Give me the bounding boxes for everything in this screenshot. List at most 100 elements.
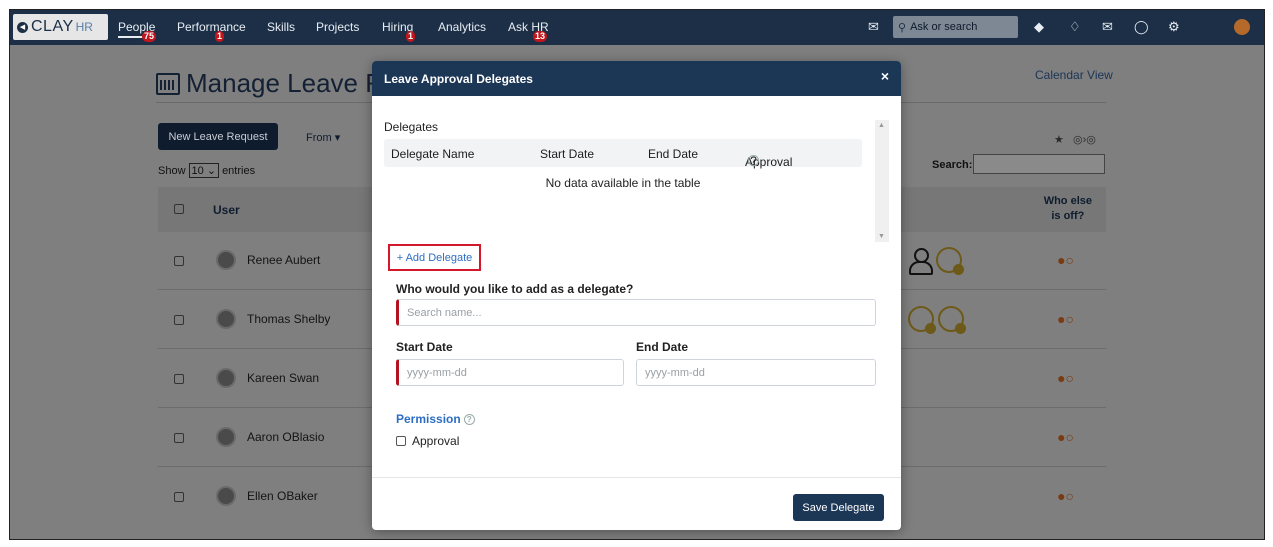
save-delegate-button[interactable]: Save Delegate xyxy=(793,494,884,521)
row-checkbox[interactable] xyxy=(174,492,184,502)
people-off-icon[interactable]: ●○ xyxy=(1057,488,1074,504)
nav-hiring-badge: 1 xyxy=(406,31,416,42)
global-search-placeholder: Ask or search xyxy=(910,21,978,33)
delegate-question-label: Who would you like to add as a delegate? xyxy=(396,282,634,296)
approver-badge xyxy=(953,264,964,275)
col-who-else-line2: is off? xyxy=(1051,210,1085,222)
row-checkbox[interactable] xyxy=(174,256,184,266)
col-who-else: Who else is off? xyxy=(1044,194,1092,224)
entries-select-value: 10 xyxy=(191,165,204,177)
entries-label: entries xyxy=(222,164,256,177)
close-icon[interactable]: × xyxy=(881,68,889,84)
approver-badge xyxy=(955,323,966,334)
row-checkbox[interactable] xyxy=(174,374,184,384)
clayhr-logo[interactable]: ◀ CLAY HR xyxy=(13,14,108,40)
logo-text-hr: HR xyxy=(75,20,93,34)
approval-label: Approval xyxy=(412,434,460,448)
delegate-icon[interactable]: ◎›◎ xyxy=(1073,133,1096,146)
table-search-label: Search: xyxy=(932,159,973,171)
page-title: Manage Leave Re xyxy=(156,68,398,99)
bell-icon[interactable]: ♢ xyxy=(1069,19,1081,35)
table-search-input[interactable] xyxy=(973,154,1105,174)
avatar xyxy=(216,309,236,329)
col-user[interactable]: User xyxy=(213,203,240,217)
people-off-icon[interactable]: ●○ xyxy=(1057,429,1074,445)
end-date-input[interactable]: yyyy-mm-dd xyxy=(636,359,876,386)
approver-icon xyxy=(908,306,936,334)
top-nav: ◀ CLAY HR People 75 Performance 1 Skills… xyxy=(10,10,1264,45)
entries-select[interactable]: 10 ⌄ xyxy=(188,163,220,178)
footer-divider xyxy=(372,477,901,478)
col-start-date[interactable]: Start Date xyxy=(540,147,594,161)
select-all-checkbox[interactable] xyxy=(174,204,184,214)
nav-performance[interactable]: Performance xyxy=(177,20,246,34)
avatar xyxy=(216,250,236,270)
no-data-message: No data available in the table xyxy=(545,176,701,190)
status-icons xyxy=(908,306,966,334)
user-name[interactable]: Thomas Shelby xyxy=(247,312,330,326)
nav-projects[interactable]: Projects xyxy=(316,20,359,34)
calendar-view-link[interactable]: Calendar View xyxy=(1035,68,1113,82)
row-checkbox[interactable] xyxy=(174,433,184,443)
modal-title: Leave Approval Delegates xyxy=(384,71,533,86)
search-icon: ⚲ xyxy=(898,21,907,34)
avatar xyxy=(216,368,236,388)
col-who-else-line1: Who else xyxy=(1043,195,1092,207)
leave-approval-delegates-modal: Leave Approval Delegates × Delegates Del… xyxy=(372,61,901,530)
scroll-down-icon[interactable]: ▼ xyxy=(878,233,885,240)
mail-icon[interactable]: ✉ xyxy=(1102,19,1113,35)
permission-label-text: Permission xyxy=(396,412,461,426)
approver-icon xyxy=(936,247,964,275)
from-dropdown[interactable]: From ▾ xyxy=(306,131,340,144)
user-avatar[interactable] xyxy=(1234,19,1250,35)
help-icon[interactable]: ◯ xyxy=(1134,19,1149,35)
approval-option[interactable]: Approval xyxy=(396,434,459,448)
logo-icon: ◀ xyxy=(17,21,28,33)
gear-icon[interactable]: ⚙ xyxy=(1168,19,1180,35)
people-off-icon[interactable]: ●○ xyxy=(1057,370,1074,386)
show-label: Show xyxy=(158,164,186,177)
delegate-search-placeholder: Search name... xyxy=(407,306,482,319)
help-icon[interactable]: ? xyxy=(463,414,475,426)
row-checkbox[interactable] xyxy=(174,315,184,325)
people-off-icon[interactable]: ●○ xyxy=(1057,311,1074,327)
start-date-input[interactable]: yyyy-mm-dd xyxy=(396,359,624,386)
approval-checkbox[interactable] xyxy=(396,436,406,446)
add-delegate-button[interactable]: + Add Delegate xyxy=(388,244,481,271)
people-off-icon[interactable]: ●○ xyxy=(1057,252,1074,268)
col-delegate-name[interactable]: Delegate Name xyxy=(391,147,474,161)
user-name[interactable]: Aaron OBlasio xyxy=(247,430,324,444)
nav-skills[interactable]: Skills xyxy=(267,20,295,34)
user-name[interactable]: Renee Aubert xyxy=(247,253,320,267)
page-title-text: Manage Leave Re xyxy=(186,68,399,98)
thumbs-icon[interactable]: ★ xyxy=(1054,133,1064,146)
layers-icon[interactable]: ◆ xyxy=(1034,19,1044,35)
permission-label: Permission? xyxy=(396,412,475,426)
new-leave-request-button[interactable]: New Leave Request xyxy=(158,123,278,150)
delegates-table-header: Delegate Name Start Date End Date Approv… xyxy=(384,139,862,169)
avatar xyxy=(216,427,236,447)
help-icon[interactable]: ? xyxy=(748,154,759,168)
user-name[interactable]: Kareen Swan xyxy=(247,371,319,385)
inbox-icon[interactable]: ✉ xyxy=(868,19,879,35)
scroll-up-icon[interactable]: ▲ xyxy=(878,122,885,129)
end-date-placeholder: yyyy-mm-dd xyxy=(645,366,705,379)
app-window: ◀ CLAY HR People 75 Performance 1 Skills… xyxy=(9,9,1265,540)
nav-ask-hr-badge: 13 xyxy=(533,31,548,42)
delegate-search-input[interactable]: Search name... xyxy=(396,299,876,326)
nav-analytics[interactable]: Analytics xyxy=(438,20,486,34)
nav-performance-badge: 1 xyxy=(215,31,225,42)
calendar-icon xyxy=(156,72,180,95)
start-date-label: Start Date xyxy=(396,340,453,354)
delegates-scrollbar[interactable]: ▲ ▼ xyxy=(875,120,889,242)
global-search-input[interactable]: ⚲ Ask or search xyxy=(893,16,1018,38)
status-icons xyxy=(908,247,964,275)
show-entries: Show 10 ⌄ entries xyxy=(158,163,255,178)
start-date-placeholder: yyyy-mm-dd xyxy=(407,366,467,379)
col-end-date[interactable]: End Date xyxy=(648,147,698,161)
user-name[interactable]: Ellen OBaker xyxy=(247,489,318,503)
modal-header: Leave Approval Delegates × xyxy=(372,61,901,96)
delegates-label: Delegates xyxy=(384,120,439,134)
approver-badge xyxy=(925,323,936,334)
approver-icon xyxy=(938,306,966,334)
